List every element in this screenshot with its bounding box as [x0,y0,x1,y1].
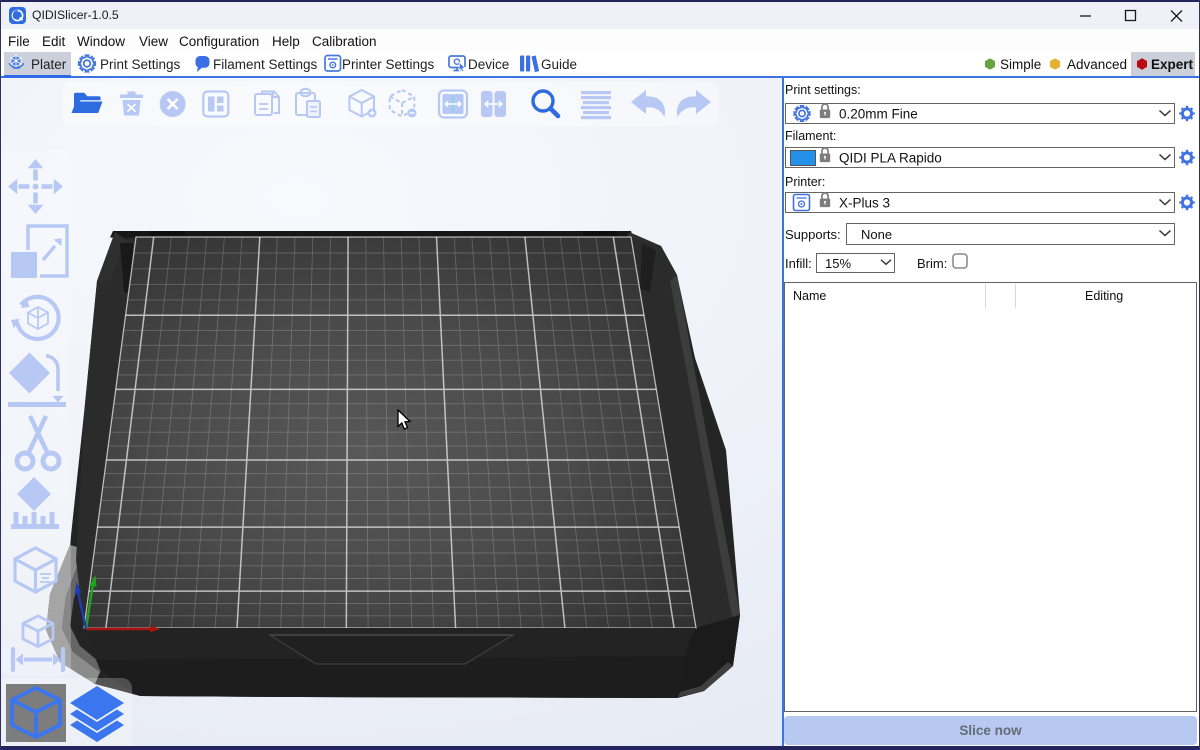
svg-text:QIDI PLA Rapido: QIDI PLA Rapido [839,151,942,166]
svg-text:0.20mm Fine: 0.20mm Fine [839,107,918,122]
svg-text:X-Plus 3: X-Plus 3 [839,196,890,211]
